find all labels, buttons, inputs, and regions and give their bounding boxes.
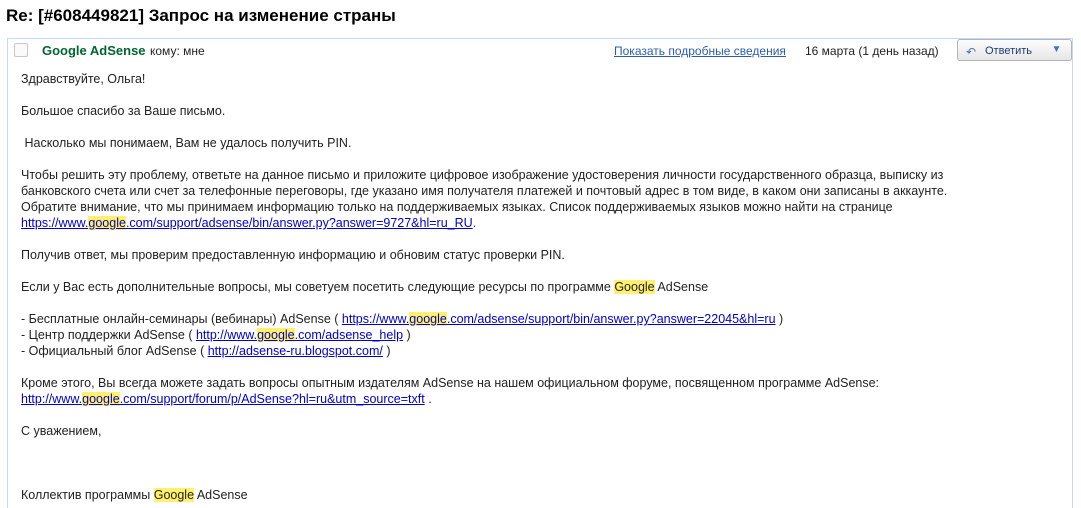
thanks-text: Большое спасибо за Ваше письмо. <box>21 104 226 118</box>
help-center-link[interactable]: http://www.google.com/adsense_help <box>196 328 403 342</box>
languages-line: https://www.google.com/support/adsense/b… <box>21 216 477 230</box>
resource-help-center: - Центр поддержки AdSense ( http://www.g… <box>21 328 411 342</box>
regards-text: С уважением, <box>21 424 102 438</box>
forum-line: http://www.google.com/support/forum/p/Ad… <box>21 392 432 406</box>
solution-line-3: Обратите внимание, что мы принимаем инфо… <box>21 200 893 214</box>
reply-button-label: Ответить <box>985 45 1033 57</box>
languages-link[interactable]: https://www.google.com/support/adsense/b… <box>21 216 473 230</box>
webinars-link[interactable]: https://www.google.com/adsense/support/b… <box>342 312 776 326</box>
resource-webinars: - Бесплатные онлайн-семинары (вебинары) … <box>21 312 784 326</box>
verify-text: Получив ответ, мы проверим предоставленн… <box>21 248 565 262</box>
solution-line-2: банковского счета или счет за телефонные… <box>21 184 948 198</box>
reply-button[interactable]: ↶ Ответить <box>957 39 1043 61</box>
reply-arrow-icon: ↶ <box>966 45 977 59</box>
message-body: Здравствуйте, Ольга! Большое спасибо за … <box>21 71 1061 503</box>
forum-link[interactable]: http://www.google.com/support/forum/p/Ad… <box>21 392 425 406</box>
sender-name[interactable]: Google AdSense <box>42 43 146 58</box>
message-grip-icon[interactable] <box>14 43 28 57</box>
message-header: Google AdSense кому: мне Показать подроб… <box>8 39 1072 61</box>
show-details-link[interactable]: Показать подробные сведения <box>614 44 786 58</box>
message-date: 16 марта (1 день назад) <box>805 44 939 58</box>
signature: Коллектив программы Google AdSense <box>21 488 248 502</box>
message-card: Google AdSense кому: мне Показать подроб… <box>7 38 1073 508</box>
pin-problem-text: Насколько мы понимаем, Вам не удалось по… <box>21 136 352 150</box>
blog-link[interactable]: http://adsense-ru.blogspot.com/ <box>208 344 383 358</box>
email-subject: Re: [#608449821] Запрос на изменение стр… <box>6 6 396 25</box>
greeting: Здравствуйте, Ольга! <box>21 72 146 86</box>
forum-text: Кроме этого, Вы всегда можете задать воп… <box>21 376 880 390</box>
resources-intro: Если у Вас есть дополнительные вопросы, … <box>21 280 709 294</box>
resource-blog: - Официальный блог AdSense ( http://adse… <box>21 344 391 358</box>
chevron-down-icon: ▼ <box>1051 44 1062 55</box>
recipient-label: кому: мне <box>150 44 205 58</box>
solution-line-1: Чтобы решить эту проблему, ответьте на д… <box>21 168 944 182</box>
more-actions-button[interactable]: ▼ <box>1042 39 1072 61</box>
